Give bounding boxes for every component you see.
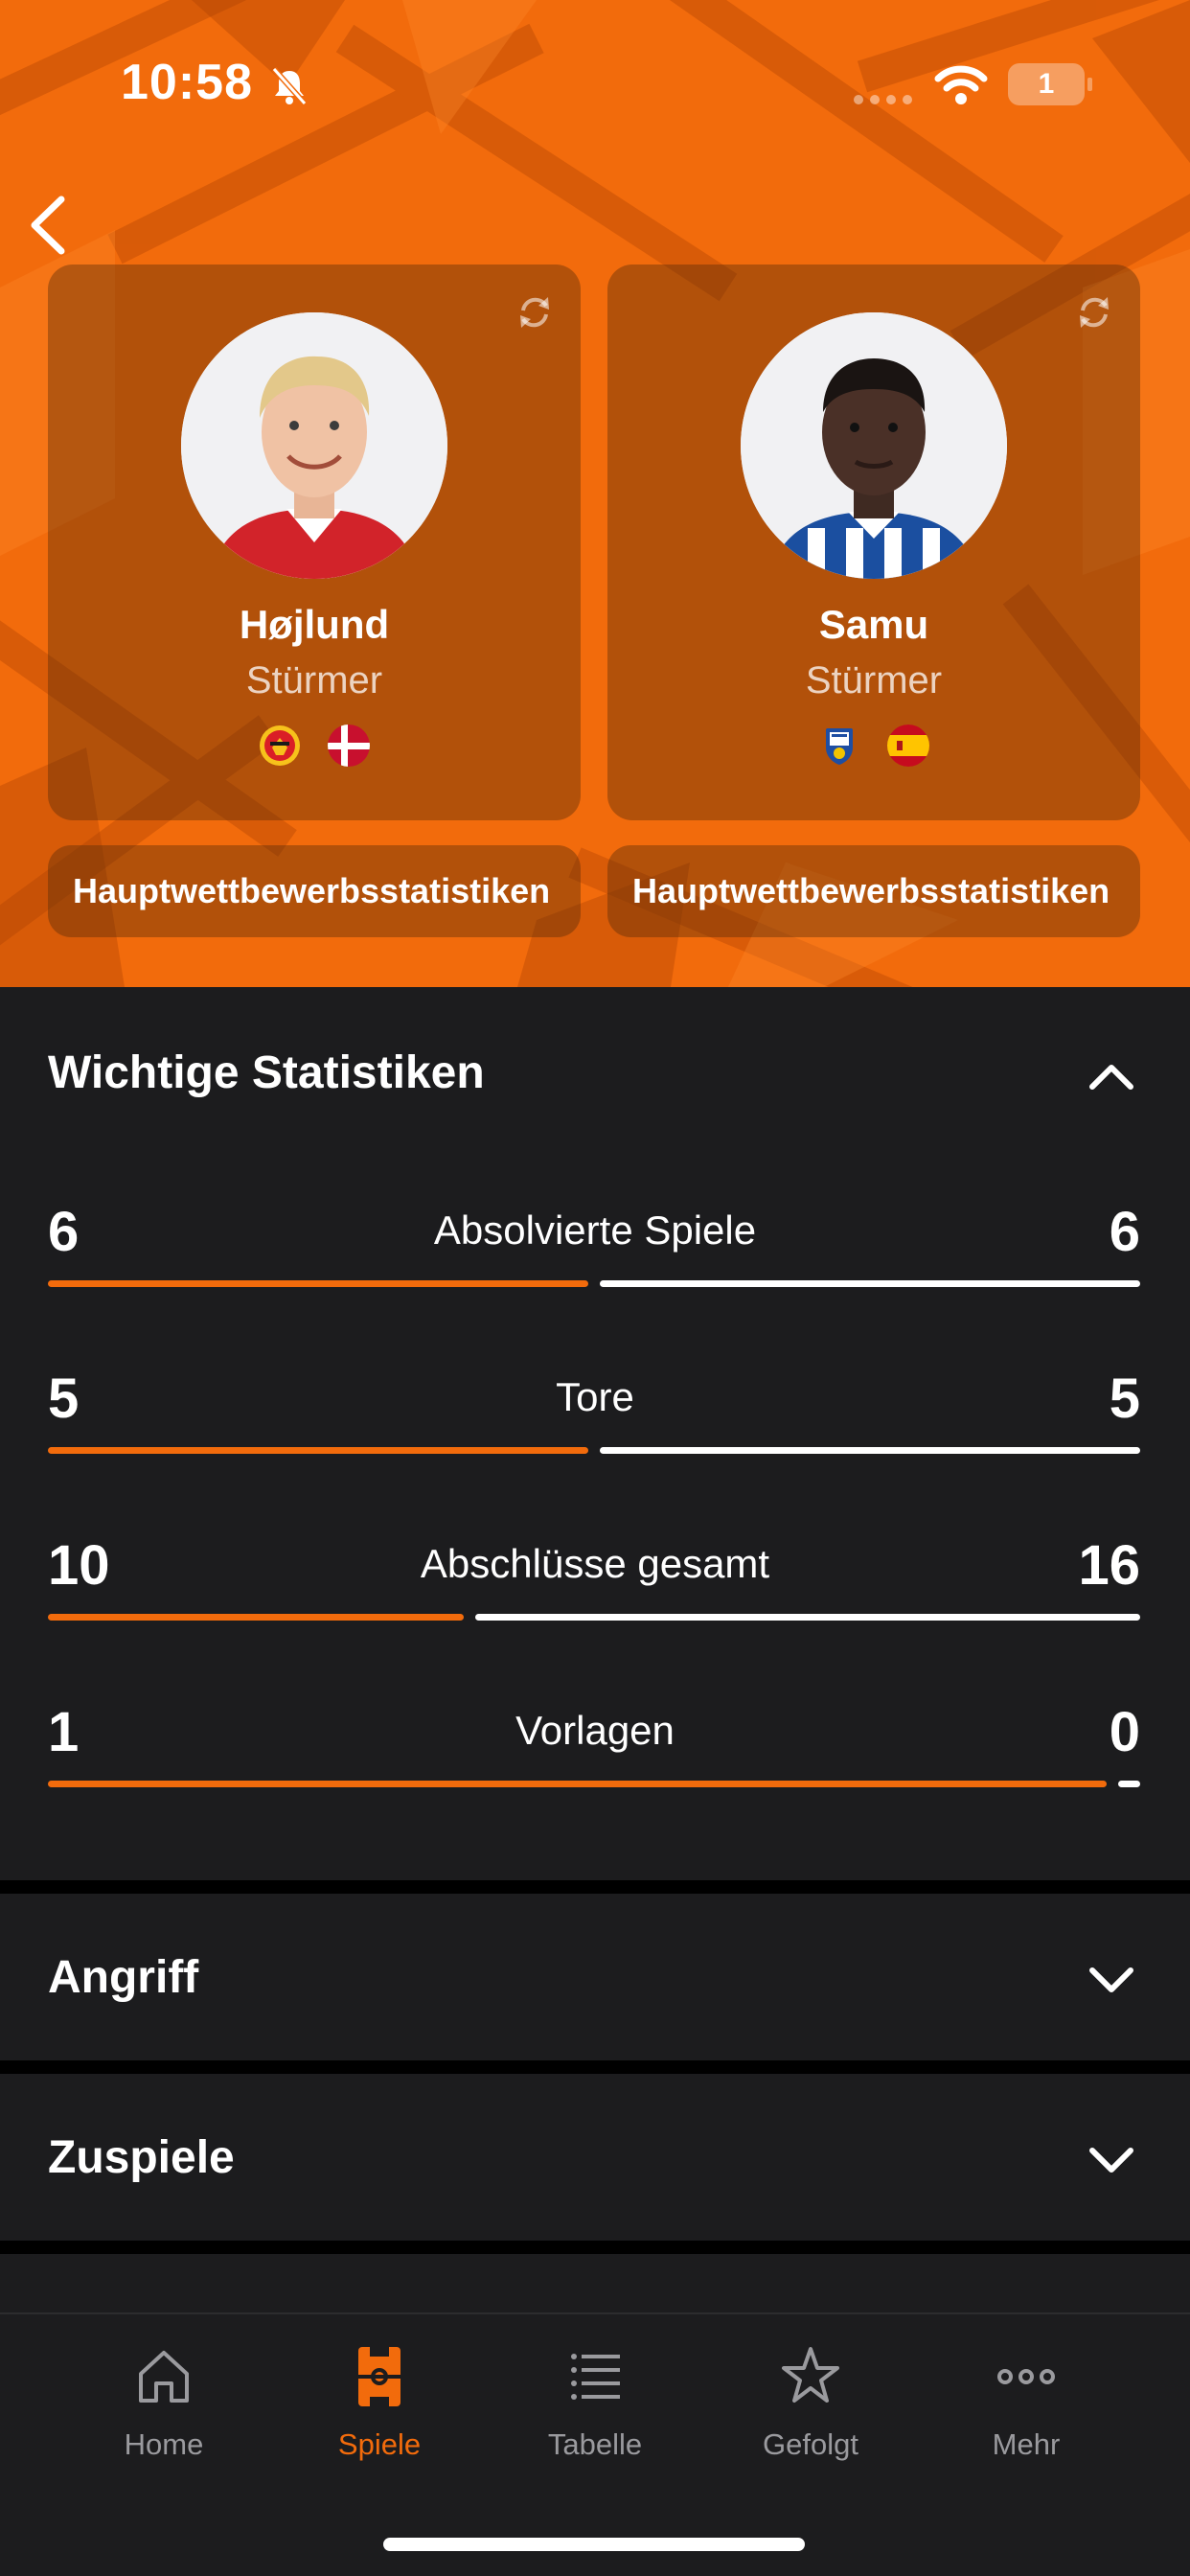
stat-row: 5 Tore 5 <box>0 1367 1190 1501</box>
tab-label: Mehr <box>992 2427 1061 2461</box>
tab-tabelle[interactable]: Tabelle <box>499 2345 691 2479</box>
header-banner: 10:58 1 Højlund Stürmer Samu Stürmer Hau… <box>0 0 1190 987</box>
stat-bar-left <box>48 1614 464 1621</box>
stat-bar-right <box>600 1447 1140 1454</box>
status-bar: 10:58 1 <box>0 0 1190 144</box>
home-indicator[interactable] <box>383 2538 805 2551</box>
battery-indicator: 1 <box>1008 63 1092 105</box>
tab-label: Spiele <box>337 2427 422 2461</box>
swap-player-icon[interactable] <box>514 291 556 334</box>
stat-value-right: 5 <box>1109 1368 1140 1430</box>
tab-mehr[interactable]: Mehr <box>930 2345 1122 2479</box>
competition-stats-label: Hauptwettbewerbsstatistiken <box>73 871 551 910</box>
section-divider <box>0 1880 1190 1894</box>
stat-label: Tore <box>556 1374 634 1419</box>
section-title: Angriff <box>48 1952 199 2003</box>
chevron-up-icon[interactable] <box>1087 1052 1136 1102</box>
player-badges <box>607 724 1140 767</box>
clock: 10:58 <box>121 55 253 110</box>
player-photo <box>181 312 447 579</box>
section-divider <box>0 2241 1190 2254</box>
list-icon <box>571 2354 620 2400</box>
stat-row: 10 Abschlüsse gesamt 16 <box>0 1533 1190 1668</box>
stat-label: Absolvierte Spiele <box>433 1208 757 1253</box>
fc-porto-crest-icon <box>826 728 853 765</box>
tab-label: Tabelle <box>547 2427 643 2461</box>
stat-bar-left <box>48 1447 588 1454</box>
stat-bar-right <box>475 1614 1140 1621</box>
player-card-left[interactable]: Højlund Stürmer <box>48 264 581 820</box>
silent-bell-icon <box>271 67 308 105</box>
pitch-icon <box>358 2347 400 2406</box>
chevron-down-icon[interactable] <box>1087 1955 1136 2005</box>
attack-section[interactable]: Angriff <box>0 1894 1190 2060</box>
tab-label: Gefolgt <box>763 2427 858 2461</box>
stat-row: 6 Absolvierte Spiele 6 <box>0 1200 1190 1334</box>
player-badges <box>48 724 581 767</box>
house-icon <box>139 2351 189 2403</box>
stat-bar-right <box>1118 1781 1140 1787</box>
swap-player-icon[interactable] <box>1073 291 1115 334</box>
player-photo <box>741 312 1007 579</box>
competition-stats-label: Hauptwettbewerbsstatistiken <box>632 871 1110 910</box>
stat-value-right: 6 <box>1109 1201 1140 1263</box>
stat-bar-right <box>600 1280 1140 1287</box>
section-title[interactable]: Wichtige Statistiken <box>48 1046 485 1099</box>
cellular-signal-icon <box>854 95 912 104</box>
competition-stats-button-left[interactable]: Hauptwettbewerbsstatistiken <box>48 845 581 937</box>
wifi-icon <box>934 65 988 104</box>
player-position: Stürmer <box>805 659 943 702</box>
section-divider <box>0 2060 1190 2074</box>
key-stats-section: Wichtige Statistiken 6 Absolvierte Spiel… <box>0 987 1190 1880</box>
tab-home[interactable]: Home <box>68 2345 260 2479</box>
more-icon <box>997 2369 1055 2384</box>
stat-value-right: 0 <box>1109 1701 1140 1763</box>
star-icon <box>782 2347 839 2403</box>
battery-level: 1 <box>1038 68 1055 100</box>
back-button[interactable] <box>21 192 79 259</box>
tab-gefolgt[interactable]: Gefolgt <box>715 2345 906 2479</box>
stat-bar-left <box>48 1781 1107 1787</box>
player-name: Højlund <box>239 602 390 647</box>
stat-label: Vorlagen <box>515 1708 675 1753</box>
manchester-united-crest-icon <box>260 725 300 766</box>
competition-stats-button-right[interactable]: Hauptwettbewerbsstatistiken <box>607 845 1140 937</box>
spain-flag-icon <box>887 724 929 767</box>
denmark-flag-icon <box>328 724 370 767</box>
chevron-down-icon[interactable] <box>1087 2135 1136 2185</box>
passing-section[interactable]: Zuspiele <box>0 2074 1190 2241</box>
tab-label: Home <box>124 2427 204 2461</box>
player-card-right[interactable]: Samu Stürmer <box>607 264 1140 820</box>
section-title: Zuspiele <box>48 2132 235 2183</box>
stat-bar-left <box>48 1280 588 1287</box>
stat-value-right: 16 <box>1078 1534 1140 1597</box>
tab-spiele[interactable]: Spiele <box>284 2345 475 2479</box>
player-name: Samu <box>818 602 929 647</box>
player-position: Stürmer <box>245 659 383 702</box>
tab-bar: Home Spiele Tabelle Gefolgt Mehr <box>0 2312 1190 2576</box>
stat-row: 1 Vorlagen 0 <box>0 1700 1190 1834</box>
stat-label: Abschlüsse gesamt <box>420 1541 770 1586</box>
